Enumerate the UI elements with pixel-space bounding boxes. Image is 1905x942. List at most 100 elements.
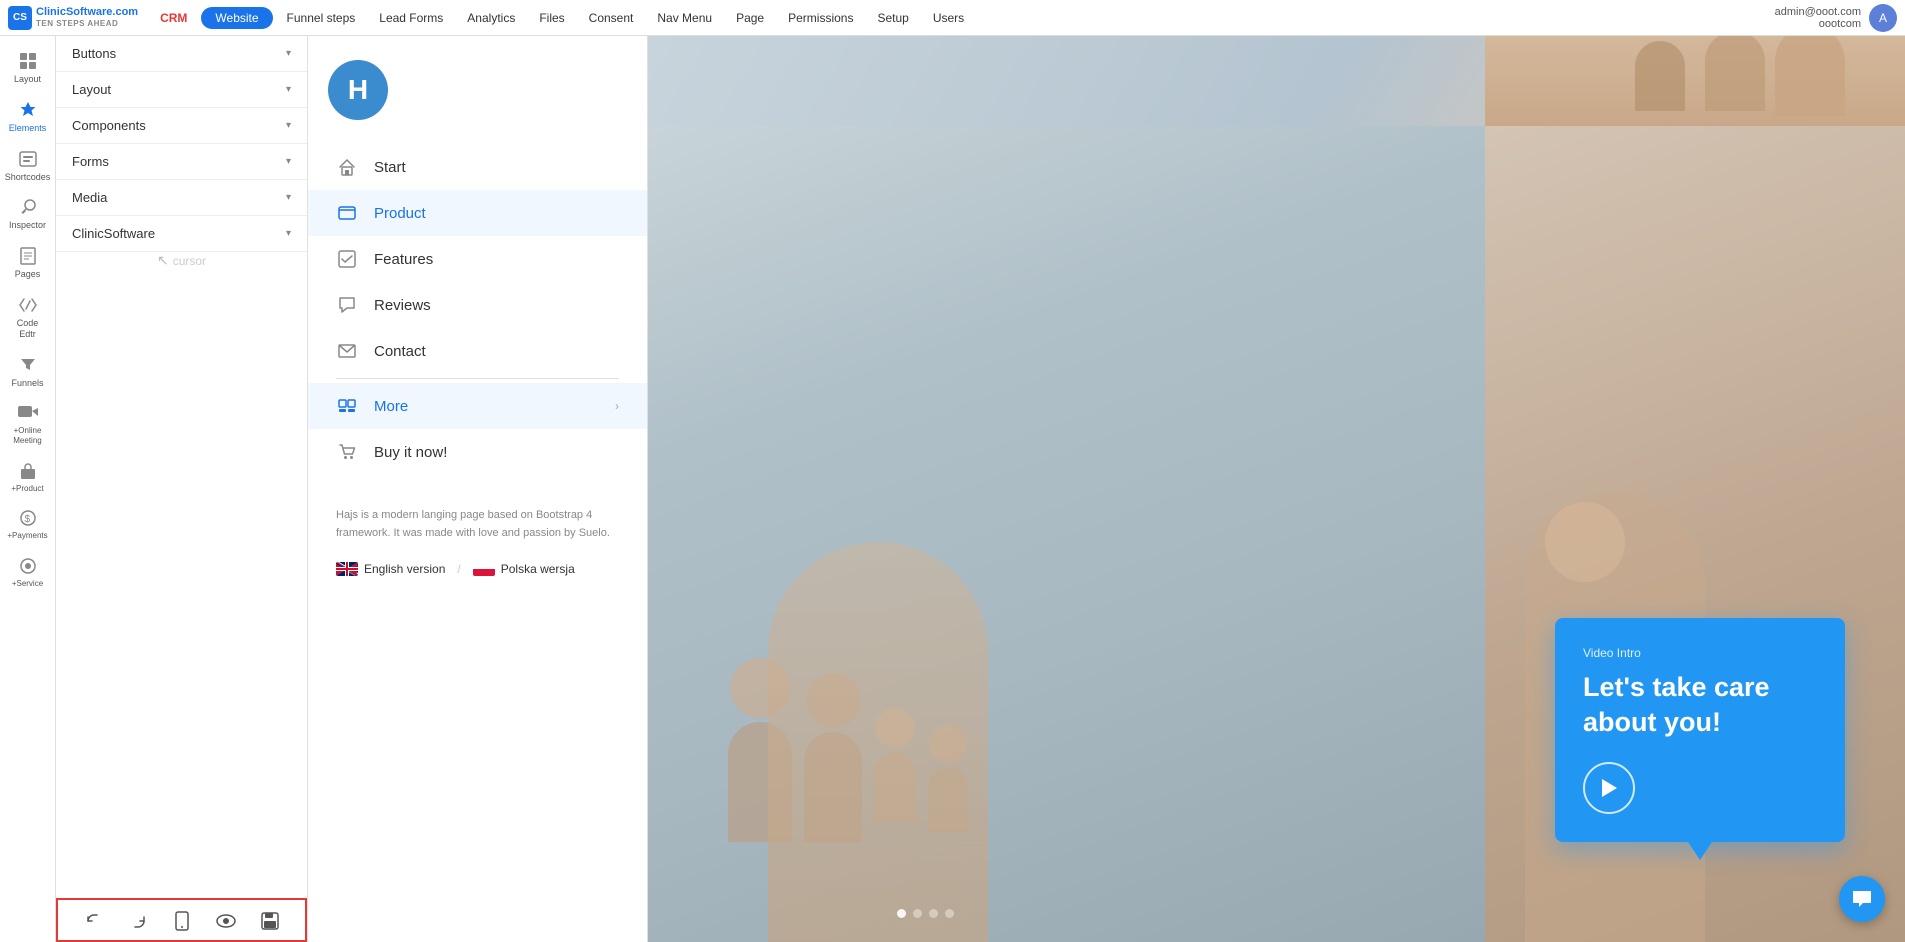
features-label: Features (374, 251, 619, 268)
user-info: admin@ooot.com oootcom (1775, 6, 1861, 30)
menu-item-contact[interactable]: Contact (308, 328, 647, 374)
menu-item-more[interactable]: More › (308, 383, 647, 429)
cursor-indicator: ↖ cursor (56, 252, 307, 269)
sidebar-item-code-editor[interactable]: Code Edtr (4, 288, 52, 346)
language-english[interactable]: English version (336, 562, 445, 576)
forms-chevron: ▾ (286, 156, 291, 167)
logo-sub: TEN STEPS AHEAD (36, 19, 138, 29)
page-header: H (308, 36, 647, 136)
undo-button[interactable] (78, 905, 110, 937)
sidebar-item-pages[interactable]: Pages (4, 239, 52, 286)
nav-files[interactable]: Files (529, 7, 574, 29)
language-polish[interactable]: Polska wersja (473, 562, 575, 576)
sidebar-item-elements[interactable]: Elements (4, 93, 52, 140)
nav-page[interactable]: Page (726, 7, 774, 29)
product-label: +Product (11, 484, 43, 494)
logo[interactable]: CS ClinicSoftware.com TEN STEPS AHEAD (8, 6, 138, 30)
code-editor-icon (17, 294, 39, 316)
dot-3[interactable] (929, 909, 938, 918)
woman-silhouette (768, 542, 988, 942)
nav-setup[interactable]: Setup (867, 7, 918, 29)
more-nav-icon (336, 395, 358, 417)
menu-item-start[interactable]: Start (308, 144, 647, 190)
nav-users[interactable]: Users (923, 7, 974, 29)
user-avatar[interactable]: A (1869, 4, 1897, 32)
inspector-icon (17, 196, 39, 218)
language-bar: English version / Polska wersja (308, 554, 647, 596)
page-footer-text: Hajs is a modern langing page based on B… (308, 483, 647, 554)
photo-background: Video Intro Let's take care about you! (648, 36, 1905, 942)
code-editor-label: Code Edtr (8, 318, 48, 340)
nav-permissions[interactable]: Permissions (778, 7, 863, 29)
carousel-dots (897, 909, 954, 918)
layout-section-label: Layout (72, 82, 111, 97)
nav-funnel-steps[interactable]: Funnel steps (277, 7, 366, 29)
sidebar-item-online-meeting[interactable]: +Online Meeting (4, 396, 52, 451)
top-person-3 (1635, 41, 1685, 111)
sidebar-item-service[interactable]: +Service (4, 549, 52, 595)
menu-item-buy[interactable]: Buy it now! (308, 429, 647, 475)
language-separator: / (457, 562, 460, 576)
panel-section-clinicsoftware: ClinicSoftware ▾ (56, 216, 307, 252)
sidebar-item-funnels[interactable]: Funnels (4, 348, 52, 395)
save-button[interactable] (254, 905, 286, 937)
nav-analytics[interactable]: Analytics (457, 7, 525, 29)
nav-nav-menu[interactable]: Nav Menu (647, 7, 722, 29)
layout-icon (17, 50, 39, 72)
panel-section-forms-header[interactable]: Forms ▾ (56, 144, 307, 179)
panel-section-components: Components ▾ (56, 108, 307, 144)
panel-section-media-header[interactable]: Media ▾ (56, 180, 307, 215)
buttons-label: Buttons (72, 46, 116, 61)
online-meeting-icon (17, 402, 39, 424)
components-label: Components (72, 118, 146, 133)
nav-lead-forms[interactable]: Lead Forms (369, 7, 453, 29)
panel-section-components-header[interactable]: Components ▾ (56, 108, 307, 143)
dot-2[interactable] (913, 909, 922, 918)
sidebar-item-product[interactable]: +Product (4, 454, 52, 500)
flag-pl-icon (473, 562, 495, 576)
elements-label: Elements (9, 123, 47, 134)
menu-divider (336, 378, 619, 379)
sidebar-item-layout[interactable]: Layout (4, 44, 52, 91)
svg-text:$: $ (24, 514, 30, 525)
mobile-view-button[interactable] (166, 905, 198, 937)
pages-icon (17, 245, 39, 267)
dot-1[interactable] (897, 909, 906, 918)
payments-label: +Payments (7, 531, 47, 541)
panel-section-layout-header[interactable]: Layout ▾ (56, 72, 307, 107)
contact-nav-icon (336, 340, 358, 362)
chat-button[interactable] (1839, 876, 1885, 922)
top-right-photo (1485, 36, 1905, 126)
panel-section-media: Media ▾ (56, 180, 307, 216)
user-domain: oootcom (1775, 18, 1861, 30)
menu-item-features[interactable]: Features (308, 236, 647, 282)
sidebar-item-inspector[interactable]: Inspector (4, 190, 52, 237)
redo-button[interactable] (122, 905, 154, 937)
clinicsoftware-chevron: ▾ (286, 228, 291, 239)
preview-button[interactable] (210, 905, 242, 937)
dot-4[interactable] (945, 909, 954, 918)
nav-website[interactable]: Website (201, 7, 272, 29)
panel-section-clinicsoftware-header[interactable]: ClinicSoftware ▾ (56, 216, 307, 251)
video-intro-label: Video Intro (1583, 646, 1817, 660)
elements-icon (17, 99, 39, 121)
layout-label: Layout (14, 74, 41, 85)
family-photo-left (648, 126, 1485, 942)
start-nav-icon (336, 156, 358, 178)
menu-item-reviews[interactable]: Reviews (308, 282, 647, 328)
menu-item-product[interactable]: Product (308, 190, 647, 236)
sidebar-item-shortcodes[interactable]: Shortcodes (4, 142, 52, 189)
panel-section-buttons-header[interactable]: Buttons ▾ (56, 36, 307, 71)
nav-consent[interactable]: Consent (579, 7, 644, 29)
logo-name: ClinicSoftware.com (36, 6, 138, 19)
nav-crm[interactable]: CRM (150, 7, 197, 29)
play-button[interactable] (1583, 762, 1635, 814)
sidebar-item-payments[interactable]: $ +Payments (4, 501, 52, 547)
video-headline: Let's take care about you! (1583, 670, 1817, 740)
page-menu-preview: H Start (308, 36, 648, 942)
polska-wersja-label: Polska wersja (501, 562, 575, 576)
inspector-label: Inspector (9, 220, 46, 231)
funnels-icon (17, 354, 39, 376)
shortcodes-icon (17, 148, 39, 170)
site-avatar: H (328, 60, 388, 120)
